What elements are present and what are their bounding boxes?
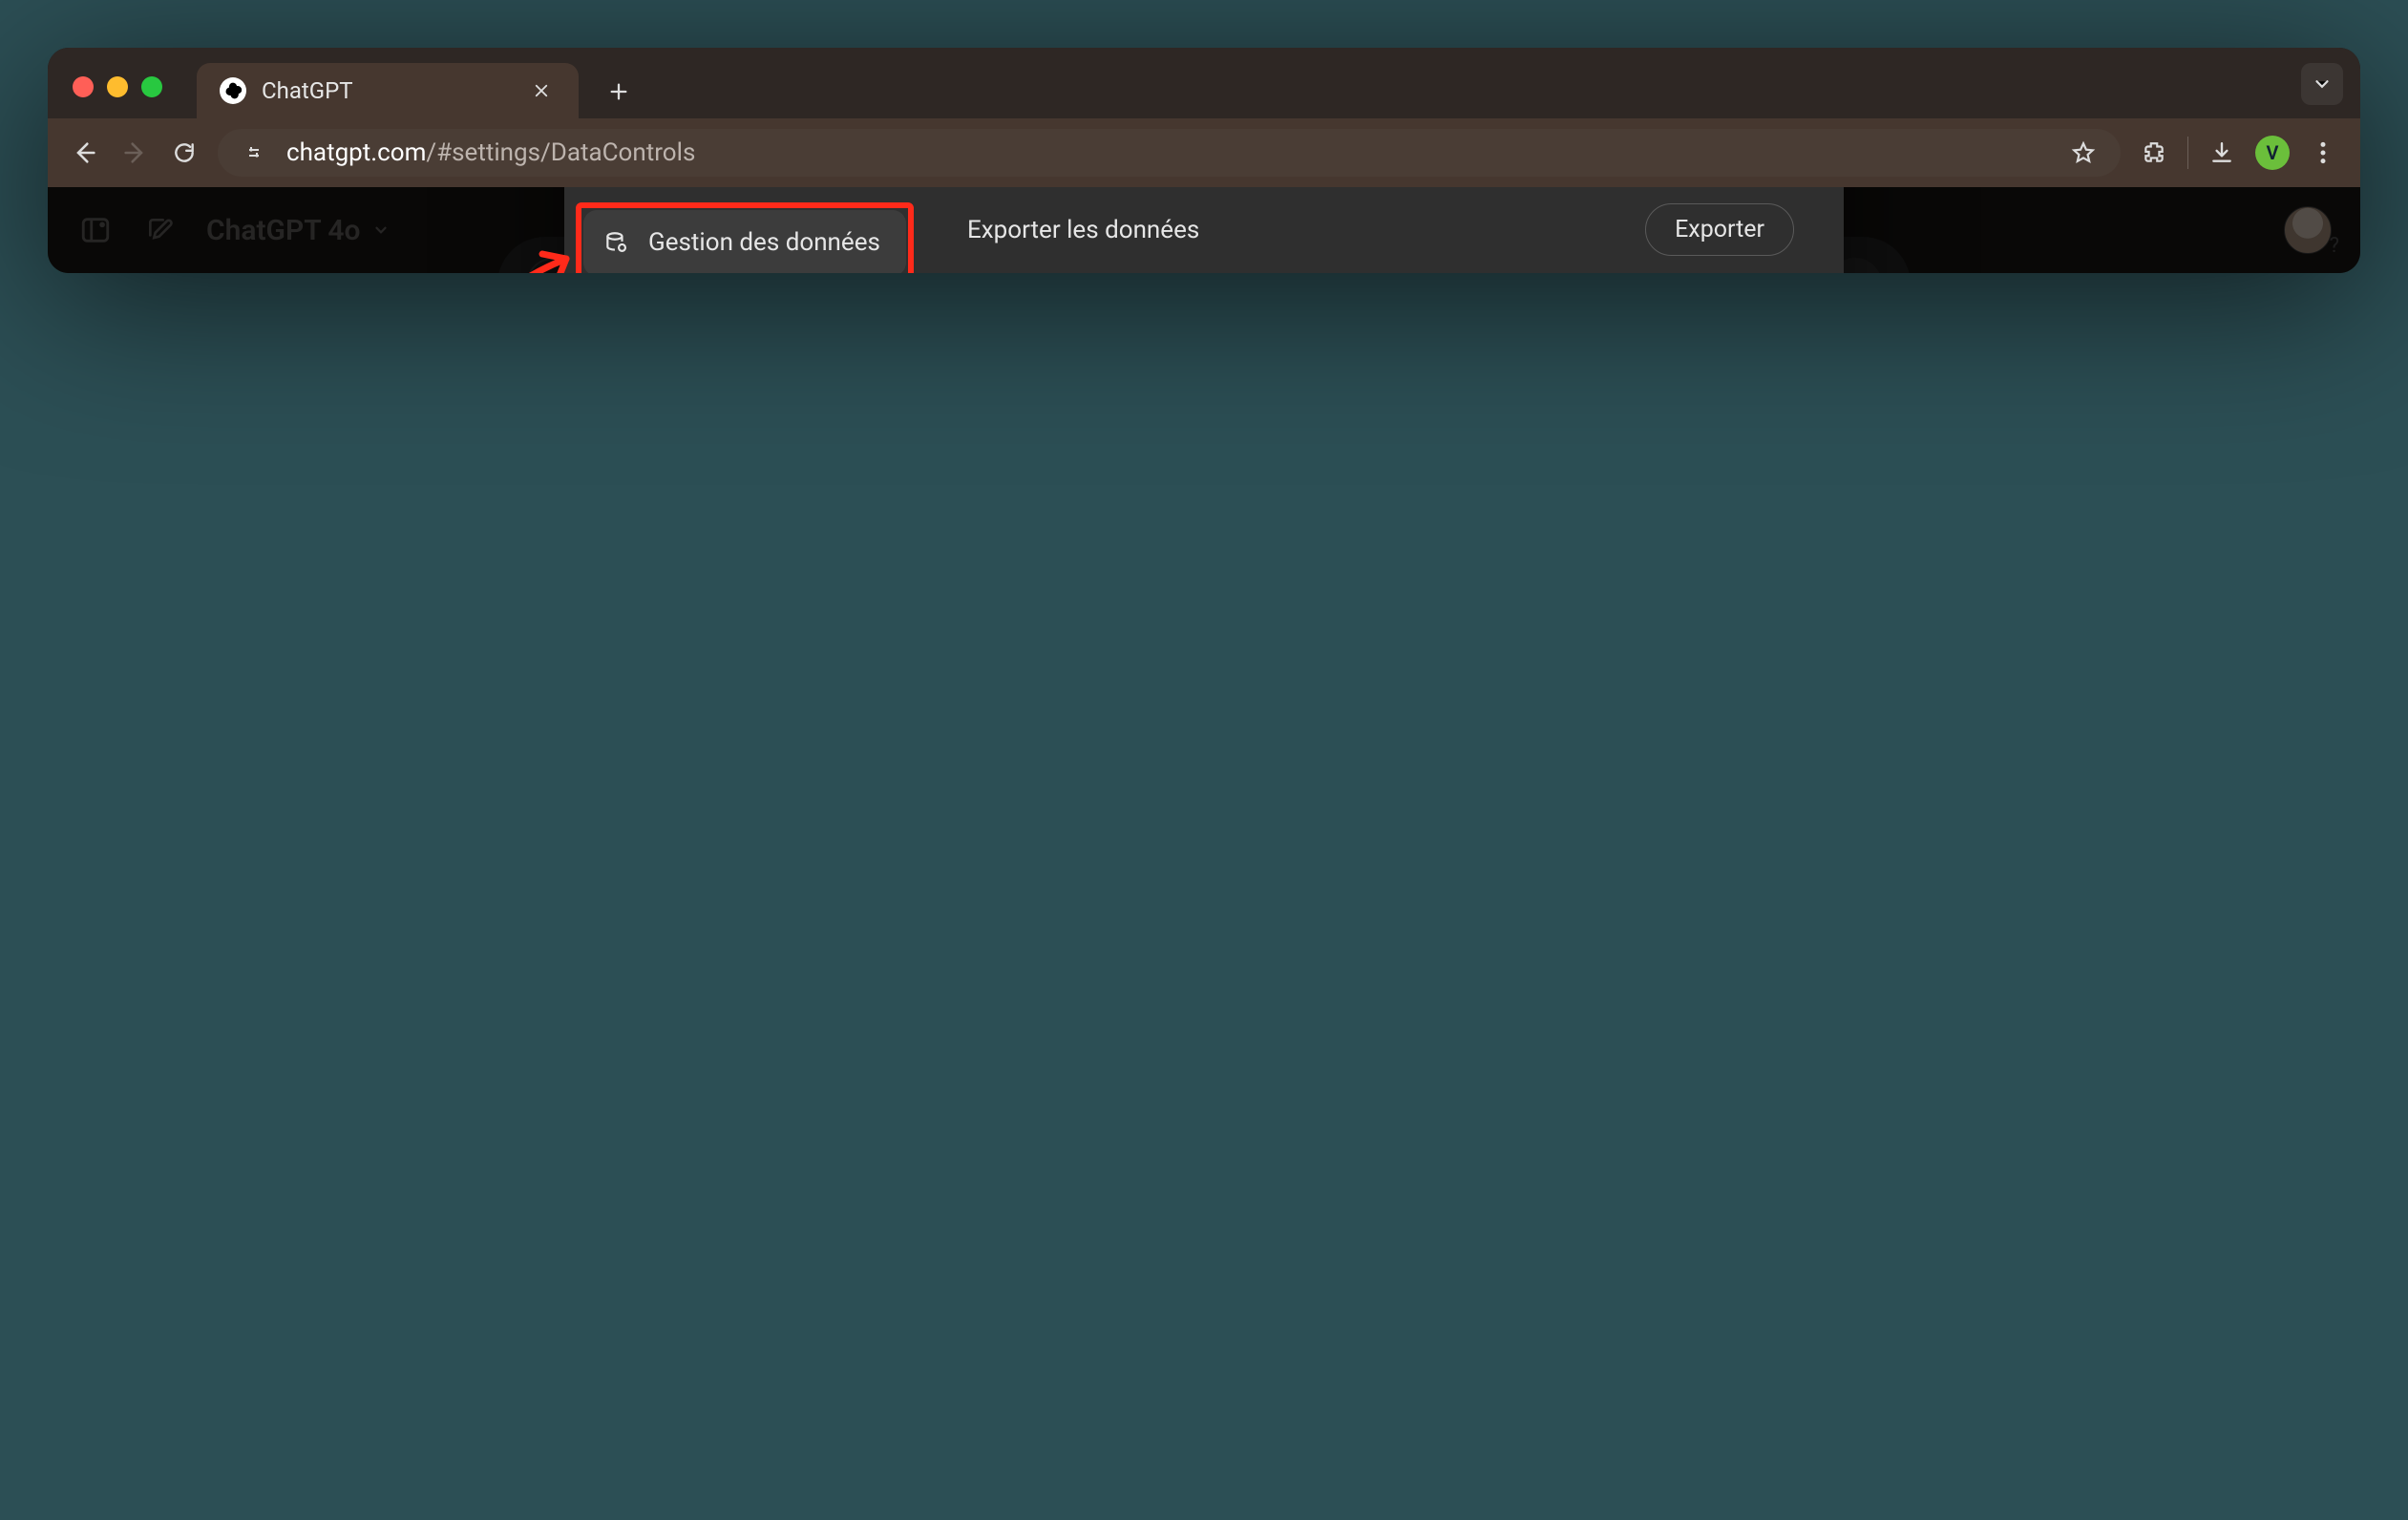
settings-modal: Paramètres Général [564, 187, 1844, 273]
sidebar-item-voice[interactable]: Fonctionnalités vocales [583, 187, 906, 204]
sidebar-item-label: Gestion des données [648, 227, 887, 259]
browser-tab-title: ChatGPT [262, 77, 512, 104]
database-icon [602, 229, 629, 256]
row-export-data: Exporter les données Exporter [961, 187, 1800, 273]
settings-panel: Améliorer le modèle pour tous Désactivé … [923, 187, 1809, 273]
site-settings-icon[interactable] [239, 137, 269, 168]
browser-window: ChatGPT chatgpt.com/#settings [48, 48, 2360, 273]
browser-tab[interactable]: ChatGPT [197, 63, 579, 118]
window-close-button[interactable] [73, 76, 94, 97]
row-label: Exporter les données [967, 216, 1626, 244]
browser-menu-icon[interactable] [2307, 137, 2339, 169]
page-content: ChatGPT 4o Mes ChatGPT peut faire des er… [48, 187, 2360, 273]
downloads-icon[interactable] [2206, 137, 2238, 169]
window-fullscreen-button[interactable] [141, 76, 162, 97]
window-minimize-button[interactable] [107, 76, 128, 97]
tab-close-icon[interactable] [527, 76, 556, 105]
extensions-icon[interactable] [2138, 137, 2170, 169]
chatgpt-favicon-icon [220, 77, 246, 104]
nav-reload-button[interactable] [168, 137, 201, 169]
export-data-button[interactable]: Exporter [1645, 203, 1794, 256]
sidebar-item-data-controls[interactable]: Gestion des données [583, 210, 906, 273]
window-traffic-lights [73, 76, 162, 97]
nav-back-button[interactable] [69, 137, 101, 169]
bookmark-star-icon[interactable] [2067, 137, 2100, 169]
browser-profile-avatar[interactable]: V [2255, 136, 2290, 170]
tab-overview-button[interactable] [2301, 63, 2343, 105]
settings-sidebar: Général Personnalisation Fonctionnalités… [583, 187, 914, 273]
nav-forward-button[interactable] [118, 137, 151, 169]
